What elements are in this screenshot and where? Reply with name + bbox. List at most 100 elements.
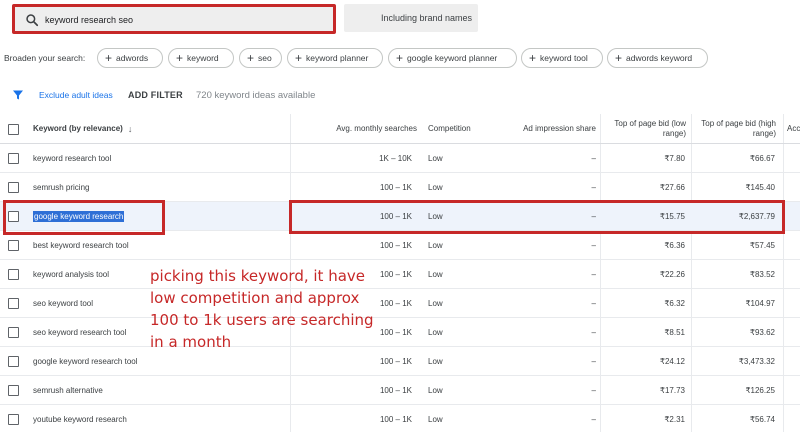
impression-cell: – <box>591 240 596 250</box>
row-checkbox[interactable] <box>8 414 19 425</box>
chip-label: adwords <box>116 53 149 63</box>
table-row[interactable]: seo keyword tool 100 – 1K Low – ₹6.32 ₹1… <box>0 289 800 318</box>
searches-cell: 100 – 1K <box>379 414 412 424</box>
brand-names-filter[interactable]: Including brand names <box>344 4 478 32</box>
plus-icon: + <box>529 51 537 65</box>
impression-cell: – <box>591 356 596 366</box>
sort-arrow-icon: ↓ <box>127 124 133 134</box>
filter-bar: Exclude adult ideas ADD FILTER 720 keywo… <box>0 84 800 106</box>
impression-cell: – <box>591 327 596 337</box>
header-more-columns[interactable]: Acc <box>787 114 800 144</box>
select-all-checkbox[interactable] <box>8 124 19 135</box>
bid-high-cell: ₹2,637.79 <box>738 211 775 221</box>
broaden-chip-keyword[interactable]: + keyword <box>168 48 234 68</box>
header-keyword-label: Keyword (by relevance) <box>33 124 123 133</box>
broaden-chip-keyword-tool[interactable]: + keyword tool <box>521 48 603 68</box>
header-keyword[interactable]: Keyword (by relevance) ↓ <box>33 114 233 144</box>
keyword-cell: youtube keyword research <box>33 414 127 424</box>
table-row[interactable]: keyword analysis tool 100 – 1K Low – ₹22… <box>0 260 800 289</box>
bid-high-cell: ₹83.52 <box>749 269 775 279</box>
competition-cell: Low <box>428 269 443 279</box>
broaden-chip-keyword-planner[interactable]: + keyword planner <box>287 48 383 68</box>
keyword-cell: best keyword research tool <box>33 240 129 250</box>
competition-cell: Low <box>428 211 443 221</box>
table-row[interactable]: google keyword research tool 100 – 1K Lo… <box>0 347 800 376</box>
table-row[interactable]: seo keyword research tool 100 – 1K Low –… <box>0 318 800 347</box>
table-row[interactable]: keyword research tool 1K – 10K Low – ₹7.… <box>0 144 800 173</box>
broaden-label: Broaden your search: <box>4 53 86 63</box>
bid-high-cell: ₹145.40 <box>745 182 775 192</box>
row-checkbox[interactable] <box>8 153 19 164</box>
search-icon <box>26 14 39 27</box>
header-bid-high[interactable]: Top of page bid (high range) <box>700 114 776 144</box>
bid-high-cell: ₹3,473.32 <box>738 356 775 366</box>
row-checkbox[interactable] <box>8 356 19 367</box>
search-input[interactable]: keyword research seo <box>12 4 336 34</box>
impression-cell: – <box>591 298 596 308</box>
exclude-adult-ideas-link[interactable]: Exclude adult ideas <box>39 90 113 100</box>
searches-cell: 100 – 1K <box>379 385 412 395</box>
row-checkbox[interactable] <box>8 240 19 251</box>
bid-low-cell: ₹6.32 <box>664 298 685 308</box>
plus-icon: + <box>176 51 184 65</box>
row-checkbox[interactable] <box>8 385 19 396</box>
bid-high-cell: ₹57.45 <box>749 240 775 250</box>
bid-high-cell: ₹93.62 <box>749 327 775 337</box>
impression-cell: – <box>591 385 596 395</box>
keyword-cell: semrush pricing <box>33 182 90 192</box>
broaden-chip-google-keyword-planner[interactable]: + google keyword planner <box>388 48 517 68</box>
bid-low-cell: ₹8.51 <box>664 327 685 337</box>
plus-icon: + <box>615 51 623 65</box>
row-checkbox[interactable] <box>8 182 19 193</box>
broaden-chip-seo[interactable]: + seo <box>239 48 282 68</box>
chip-label: adwords keyword <box>626 53 693 63</box>
chip-label: seo <box>258 53 272 63</box>
competition-cell: Low <box>428 153 443 163</box>
table-row-selected[interactable]: google keyword research 100 – 1K Low – ₹… <box>0 202 800 231</box>
chip-label: google keyword planner <box>407 53 498 63</box>
chip-label: keyword <box>187 53 219 63</box>
impression-cell: – <box>591 269 596 279</box>
header-ad-impression-share[interactable]: Ad impression share <box>510 114 596 144</box>
table-row[interactable]: semrush pricing 100 – 1K Low – ₹27.66 ₹1… <box>0 173 800 202</box>
row-checkbox[interactable] <box>8 269 19 280</box>
filter-icon[interactable] <box>12 89 24 101</box>
competition-cell: Low <box>428 298 443 308</box>
broaden-chip-adwords-keyword[interactable]: + adwords keyword <box>607 48 708 68</box>
keyword-cell: seo keyword tool <box>33 298 94 308</box>
table-row[interactable]: best keyword research tool 100 – 1K Low … <box>0 231 800 260</box>
broaden-search-row: Broaden your search: + adwords + keyword +… <box>0 46 800 70</box>
bid-low-cell: ₹17.73 <box>659 385 685 395</box>
search-row: keyword research seo Including brand nam… <box>0 0 800 40</box>
table-row[interactable]: semrush alternative 100 – 1K Low – ₹17.7… <box>0 376 800 405</box>
plus-icon: + <box>295 51 303 65</box>
bid-high-cell: ₹56.74 <box>749 414 775 424</box>
table-row[interactable]: youtube keyword research 100 – 1K Low – … <box>0 405 800 432</box>
brand-names-label: Including brand names <box>381 13 473 23</box>
header-competition[interactable]: Competition <box>428 114 498 144</box>
keyword-cell: semrush alternative <box>33 385 103 395</box>
bid-low-cell: ₹27.66 <box>659 182 685 192</box>
keyword-cell: seo keyword research tool <box>33 327 127 337</box>
bid-low-cell: ₹7.80 <box>664 153 685 163</box>
row-checkbox[interactable] <box>8 298 19 309</box>
add-filter-button[interactable]: ADD FILTER <box>128 90 183 100</box>
searches-cell: 100 – 1K <box>379 240 412 250</box>
bid-low-cell: ₹2.31 <box>664 414 685 424</box>
header-bid-low[interactable]: Top of page bid (low range) <box>604 114 686 144</box>
impression-cell: – <box>591 153 596 163</box>
plus-icon: + <box>105 51 113 65</box>
row-checkbox[interactable] <box>8 211 19 222</box>
competition-cell: Low <box>428 182 443 192</box>
competition-cell: Low <box>428 327 443 337</box>
bid-low-cell: ₹6.36 <box>664 240 685 250</box>
bid-high-cell: ₹126.25 <box>745 385 775 395</box>
chip-label: keyword tool <box>540 53 588 63</box>
row-checkbox[interactable] <box>8 327 19 338</box>
bid-low-cell: ₹15.75 <box>659 211 685 221</box>
chip-label: keyword planner <box>306 53 369 63</box>
competition-cell: Low <box>428 356 443 366</box>
header-avg-monthly-searches[interactable]: Avg. monthly searches <box>300 114 417 144</box>
broaden-chip-adwords[interactable]: + adwords <box>97 48 163 68</box>
competition-cell: Low <box>428 385 443 395</box>
